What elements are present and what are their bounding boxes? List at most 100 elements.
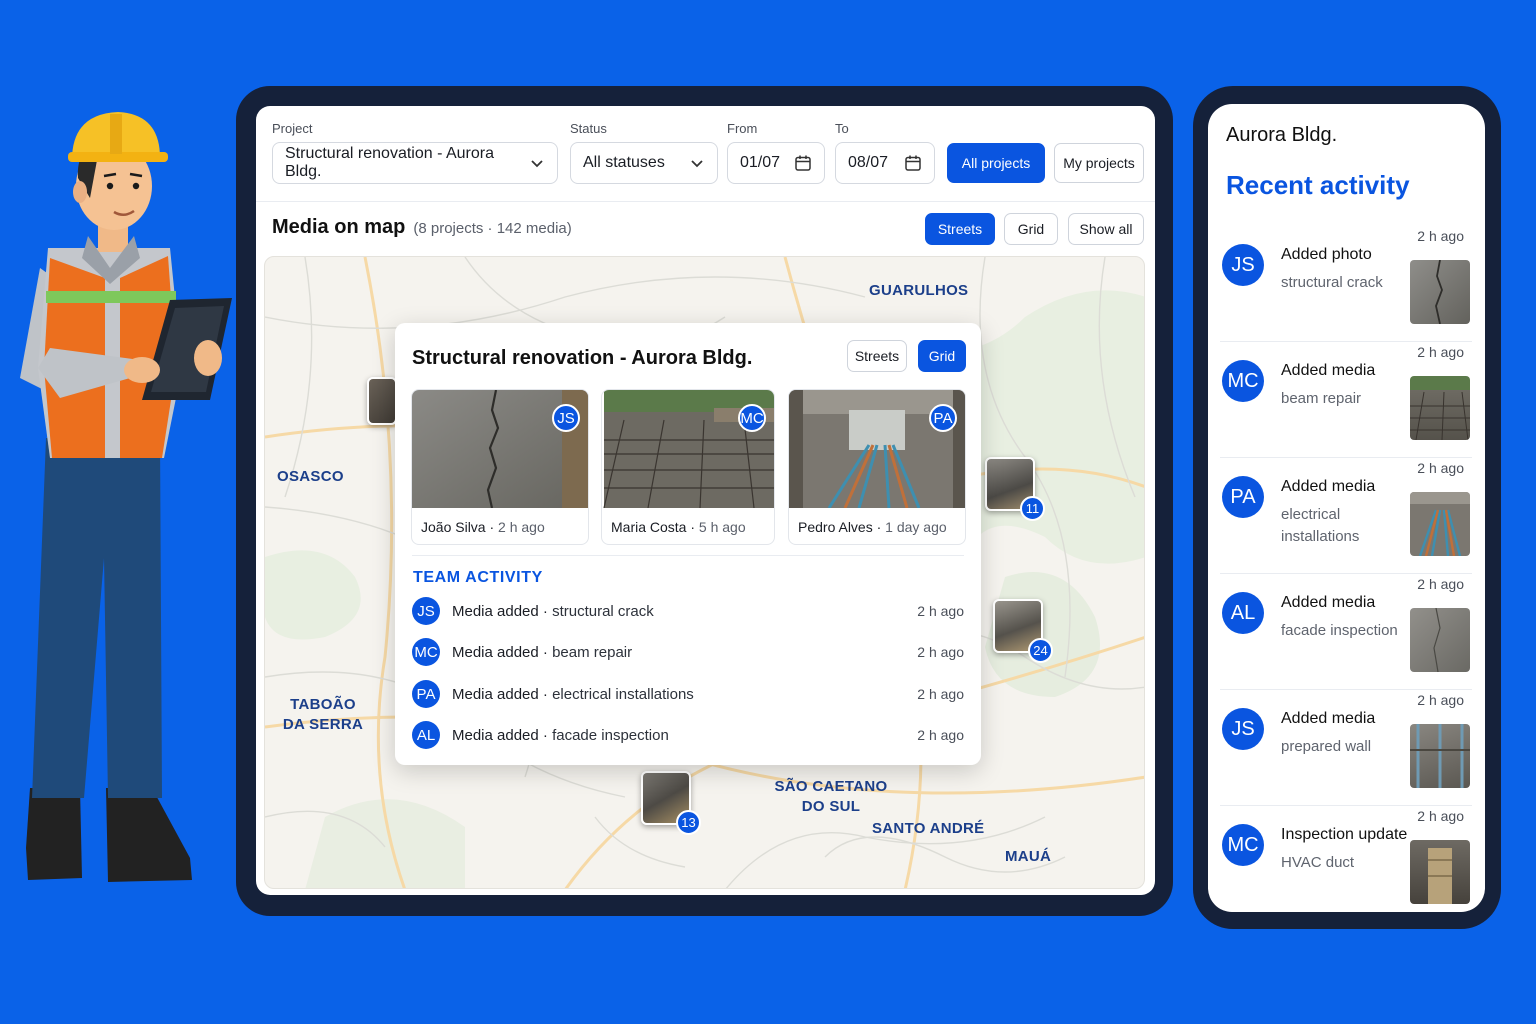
recent-activity-item[interactable]: MC Added media beam repair 2 h ago [1220, 342, 1472, 458]
media-caption: Pedro Alves · 1 day ago [798, 519, 947, 535]
cluster-count-badge: 24 [1028, 638, 1053, 663]
activity-detail: HVAC duct [1281, 854, 1355, 871]
phone-screen: Aurora Bldg. Recent activity JS Added ph… [1208, 104, 1485, 912]
user-avatar: AL [412, 721, 440, 749]
popup-grid-button[interactable]: Grid [918, 340, 966, 372]
city-label: OSASCO [277, 468, 344, 485]
media-author: Pedro Alves [798, 519, 873, 535]
activity-detail: beam repair [1281, 390, 1362, 407]
status-filter-label: Status [570, 121, 607, 136]
activity-action: Added photo [1281, 246, 1372, 263]
activity-action: Inspection update [1281, 826, 1408, 843]
from-date-value: 01/07 [740, 154, 781, 171]
map-subtitle: (8 projects · 142 media) [413, 220, 572, 237]
activity-text: Media added · beam repair [452, 643, 633, 661]
grid-view-button[interactable]: Grid [1004, 213, 1058, 245]
project-filter: Project Structural renovation - Aurora B… [272, 120, 558, 184]
media-card[interactable]: PA Pedro Alves · 1 day ago [788, 389, 966, 545]
recent-activity-item[interactable]: JS Added photo structural crack 2 h ago [1220, 226, 1472, 342]
activity-row[interactable]: JS Media added · structural crack 2 h ag… [412, 596, 964, 626]
map-cluster-marker[interactable]: 13 [641, 771, 701, 835]
media-card[interactable]: JS João Silva · 2 h ago [411, 389, 589, 545]
activity-row[interactable]: PA Media added · electrical installation… [412, 679, 964, 709]
activity-thumbnail [1410, 724, 1470, 788]
activity-detail: electrical installations [1281, 506, 1360, 545]
from-filter-label: From [727, 121, 758, 136]
project-select-value: Structural renovation - Aurora Bldg. [285, 145, 494, 180]
media-caption: Maria Costa · 5 h ago [611, 519, 746, 535]
activity-action: Media added [452, 602, 539, 620]
media-time: 2 h ago [498, 519, 545, 535]
to-filter: To 08/07 [835, 120, 935, 184]
activity-time: 2 h ago [917, 727, 964, 743]
calendar-icon [795, 155, 811, 171]
city-label: MAUÁ [1005, 848, 1052, 865]
recent-activity-item[interactable]: PA Added media electrical installations … [1220, 458, 1472, 574]
map-cluster-marker[interactable] [367, 377, 397, 425]
user-avatar: JS [552, 404, 580, 432]
media-author: João Silva [421, 519, 486, 535]
map-view[interactable]: GUARULHOS OSASCO TABOÃO DA SERRA SÃO CAE… [264, 256, 1145, 889]
activity-action: Added media [1281, 710, 1376, 727]
activity-thumbnail [1410, 608, 1470, 672]
activity-time: 2 h ago [1417, 460, 1464, 476]
filter-bar: Project Structural renovation - Aurora B… [256, 106, 1155, 202]
activity-row[interactable]: AL Media added · facade inspection 2 h a… [412, 720, 964, 750]
activity-action: Added media [1281, 478, 1376, 495]
from-filter: From 01/07 [727, 120, 825, 184]
popup-streets-button[interactable]: Streets [847, 340, 907, 372]
status-select[interactable]: All statuses [570, 142, 718, 184]
recent-activity-item[interactable]: JS Added media prepared wall 2 h ago [1220, 690, 1472, 806]
activity-time: 2 h ago [917, 603, 964, 619]
popup-divider [412, 555, 964, 556]
cluster-thumbnail [369, 379, 395, 423]
user-avatar: MC [738, 404, 766, 432]
calendar-icon [905, 155, 921, 171]
activity-thumbnail [1410, 260, 1470, 324]
city-label: SANTO ANDRÉ [872, 820, 985, 837]
map-cluster-marker[interactable]: 24 [993, 599, 1053, 663]
activity-time: 2 h ago [917, 686, 964, 702]
to-date-input[interactable]: 08/07 [835, 142, 935, 184]
activity-action: Media added [452, 685, 539, 703]
media-author: Maria Costa [611, 519, 687, 535]
activity-action: Media added [452, 726, 539, 744]
map-cluster-marker[interactable]: 11 [985, 457, 1045, 521]
activity-thumbnail [1410, 492, 1470, 556]
project-filter-label: Project [272, 121, 313, 136]
activity-thumbnail [1410, 840, 1470, 904]
all-projects-button[interactable]: All projects [947, 143, 1045, 183]
user-avatar: JS [1222, 244, 1264, 286]
to-date-value: 08/07 [848, 154, 889, 171]
activity-time: 2 h ago [1417, 344, 1464, 360]
user-avatar: MC [412, 638, 440, 666]
cluster-count-badge: 13 [676, 810, 701, 835]
project-select[interactable]: Structural renovation - Aurora Bldg. [272, 142, 558, 184]
phone-project-title: Aurora Bldg. [1226, 124, 1338, 146]
recent-activity-item[interactable]: MC Inspection update HVAC duct 2 h ago [1220, 806, 1472, 912]
activity-time: 2 h ago [1417, 692, 1464, 708]
chevron-down-icon [531, 160, 543, 168]
user-avatar: MC [1222, 360, 1264, 402]
activity-time: 2 h ago [1417, 808, 1464, 824]
activity-detail: electrical installations [552, 685, 694, 703]
activity-action: Added media [1281, 362, 1376, 379]
my-projects-button[interactable]: My projects [1054, 143, 1144, 183]
user-avatar: PA [929, 404, 957, 432]
recent-activity-heading: Recent activity [1226, 170, 1410, 200]
user-avatar: MC [1222, 824, 1264, 866]
show-all-button[interactable]: Show all [1068, 213, 1144, 245]
status-filter: Status All statuses [570, 120, 718, 184]
activity-detail: structural crack [552, 602, 654, 620]
activity-row[interactable]: MC Media added · beam repair 2 h ago [412, 637, 964, 667]
activity-time: 2 h ago [1417, 228, 1464, 244]
media-card[interactable]: MC Maria Costa · 5 h ago [601, 389, 775, 545]
media-time: 5 h ago [698, 519, 746, 535]
cluster-count-badge: 11 [1020, 496, 1045, 521]
streets-view-button[interactable]: Streets [925, 213, 995, 245]
team-activity-title: TEAM ACTIVITY [413, 569, 543, 586]
recent-activity-item[interactable]: AL Added media facade inspection 2 h ago [1220, 574, 1472, 690]
tablet-device: Project Structural renovation - Aurora B… [236, 86, 1173, 916]
from-date-input[interactable]: 01/07 [727, 142, 825, 184]
activity-detail: facade inspection [552, 726, 669, 744]
